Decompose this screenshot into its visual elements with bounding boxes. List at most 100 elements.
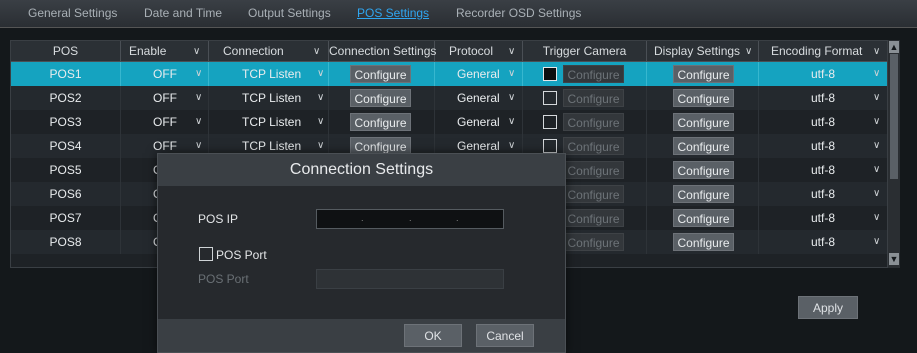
chevron-down-icon: ∨ bbox=[873, 212, 881, 223]
connection-select[interactable]: TCP Listen ∨ bbox=[209, 86, 329, 110]
trigger-configure-button[interactable]: Configure bbox=[563, 89, 624, 107]
connection-select[interactable]: TCP Listen ∨ bbox=[209, 110, 329, 134]
cancel-button[interactable]: Cancel bbox=[476, 324, 534, 347]
header-connection[interactable]: Connection ∨ bbox=[209, 41, 329, 62]
tab-general-settings[interactable]: General Settings bbox=[28, 6, 117, 20]
ok-button[interactable]: OK bbox=[404, 324, 462, 347]
pos-name: POS2 bbox=[11, 86, 121, 110]
encoding-select[interactable]: utf-8 ∨ bbox=[759, 230, 887, 254]
table-scrollbar[interactable]: ▲ ▼ bbox=[887, 40, 900, 268]
encoding-select[interactable]: utf-8 ∨ bbox=[759, 62, 887, 86]
encoding-select[interactable]: utf-8 ∨ bbox=[759, 110, 887, 134]
protocol-select[interactable]: General ∨ bbox=[435, 62, 523, 86]
display-configure-button[interactable]: Configure bbox=[673, 65, 734, 83]
encoding-select[interactable]: utf-8 ∨ bbox=[759, 134, 887, 158]
table-row[interactable]: POS3 OFF ∨ TCP Listen ∨ Configure Genera… bbox=[11, 110, 887, 134]
apply-button[interactable]: Apply bbox=[798, 296, 858, 319]
display-configure-button[interactable]: Configure bbox=[673, 137, 734, 155]
trigger-camera-checkbox[interactable] bbox=[543, 139, 557, 153]
trigger-camera-checkbox[interactable] bbox=[543, 115, 557, 129]
trigger-configure-button[interactable]: Configure bbox=[563, 185, 624, 203]
display-configure-button[interactable]: Configure bbox=[673, 209, 734, 227]
connection-configure-button[interactable]: Configure bbox=[350, 89, 411, 107]
trigger-configure-button[interactable]: Configure bbox=[563, 161, 624, 179]
dialog-footer: OK Cancel bbox=[158, 319, 565, 352]
scroll-up-icon[interactable]: ▲ bbox=[889, 41, 899, 53]
display-configure-button[interactable]: Configure bbox=[673, 161, 734, 179]
chevron-down-icon: ∨ bbox=[508, 46, 516, 57]
encoding-value: utf-8 bbox=[811, 211, 836, 225]
display-configure-button[interactable]: Configure bbox=[673, 89, 734, 107]
connection-configure-button[interactable]: Configure bbox=[350, 113, 411, 131]
trigger-configure-button[interactable]: Configure bbox=[563, 65, 624, 83]
encoding-select[interactable]: utf-8 ∨ bbox=[759, 182, 887, 206]
chevron-down-icon: ∨ bbox=[317, 68, 325, 79]
pos-port-checkbox[interactable] bbox=[199, 247, 213, 261]
encoding-value: utf-8 bbox=[811, 235, 836, 249]
chevron-down-icon: ∨ bbox=[873, 140, 881, 151]
display-configure-button[interactable]: Configure bbox=[673, 233, 734, 251]
scroll-thumb[interactable] bbox=[890, 54, 898, 179]
trigger-configure-button[interactable]: Configure bbox=[563, 209, 624, 227]
pos-ip-input[interactable]: . . . bbox=[316, 209, 504, 229]
encoding-value: utf-8 bbox=[811, 139, 836, 153]
connection-value: TCP Listen bbox=[242, 91, 302, 105]
chevron-down-icon: ∨ bbox=[873, 188, 881, 199]
enable-select[interactable]: OFF ∨ bbox=[121, 86, 209, 110]
pos-port-input[interactable] bbox=[316, 269, 504, 289]
tab-recorder-osd-settings[interactable]: Recorder OSD Settings bbox=[456, 6, 581, 20]
header-enable[interactable]: Enable ∨ bbox=[121, 41, 209, 62]
encoding-select[interactable]: utf-8 ∨ bbox=[759, 158, 887, 182]
table-row[interactable]: POS2 OFF ∨ TCP Listen ∨ Configure Genera… bbox=[11, 86, 887, 110]
connection-settings-cell: Configure bbox=[329, 62, 435, 86]
chevron-down-icon: ∨ bbox=[873, 164, 881, 175]
trigger-configure-button[interactable]: Configure bbox=[563, 137, 624, 155]
connection-value: TCP Listen bbox=[242, 115, 302, 129]
trigger-configure-button[interactable]: Configure bbox=[563, 113, 624, 131]
tab-pos-settings[interactable]: POS Settings bbox=[357, 6, 429, 20]
chevron-down-icon: ∨ bbox=[873, 116, 881, 127]
encoding-value: utf-8 bbox=[811, 163, 836, 177]
enable-value: OFF bbox=[153, 91, 177, 105]
table-header: POS Enable ∨ Connection ∨ Connection Set… bbox=[11, 41, 887, 62]
encoding-select[interactable]: utf-8 ∨ bbox=[759, 206, 887, 230]
encoding-select[interactable]: utf-8 ∨ bbox=[759, 86, 887, 110]
connection-settings-cell: Configure bbox=[329, 86, 435, 110]
chevron-down-icon: ∨ bbox=[317, 116, 325, 127]
header-pos: POS bbox=[11, 41, 121, 62]
header-display-settings-label: Display Settings bbox=[654, 44, 741, 58]
enable-select[interactable]: OFF ∨ bbox=[121, 110, 209, 134]
enable-value: OFF bbox=[153, 115, 177, 129]
enable-select[interactable]: OFF ∨ bbox=[121, 62, 209, 86]
pos-name: POS4 bbox=[11, 134, 121, 158]
protocol-select[interactable]: General ∨ bbox=[435, 86, 523, 110]
ip-separator: . bbox=[361, 213, 364, 223]
display-settings-cell: Configure bbox=[647, 206, 759, 230]
display-settings-cell: Configure bbox=[647, 182, 759, 206]
chevron-down-icon: ∨ bbox=[195, 92, 203, 103]
connection-configure-button[interactable]: Configure bbox=[350, 65, 411, 83]
header-protocol[interactable]: Protocol ∨ bbox=[435, 41, 523, 62]
pos-port-checkbox-label: POS Port bbox=[216, 248, 267, 262]
connection-select[interactable]: TCP Listen ∨ bbox=[209, 62, 329, 86]
protocol-select[interactable]: General ∨ bbox=[435, 110, 523, 134]
chevron-down-icon: ∨ bbox=[873, 68, 881, 79]
header-display-settings[interactable]: Display Settings ∨ bbox=[647, 41, 759, 62]
trigger-camera-checkbox[interactable] bbox=[543, 91, 557, 105]
tab-output-settings[interactable]: Output Settings bbox=[248, 6, 331, 20]
trigger-camera-checkbox[interactable] bbox=[543, 67, 557, 81]
scroll-down-icon[interactable]: ▼ bbox=[889, 253, 899, 265]
display-settings-cell: Configure bbox=[647, 110, 759, 134]
pos-name: POS1 bbox=[11, 62, 121, 86]
header-enable-label: Enable bbox=[129, 44, 167, 58]
pos-name: POS6 bbox=[11, 182, 121, 206]
trigger-configure-button[interactable]: Configure bbox=[563, 233, 624, 251]
dialog-title: Connection Settings bbox=[158, 154, 565, 186]
display-configure-button[interactable]: Configure bbox=[673, 113, 734, 131]
ip-separator: . bbox=[456, 213, 459, 223]
header-encoding-format[interactable]: Encoding Format ∨ bbox=[759, 41, 887, 62]
display-configure-button[interactable]: Configure bbox=[673, 185, 734, 203]
table-row[interactable]: POS1 OFF ∨ TCP Listen ∨ Configure Genera… bbox=[11, 62, 887, 86]
chevron-down-icon: ∨ bbox=[873, 46, 881, 57]
tab-date-and-time[interactable]: Date and Time bbox=[144, 6, 222, 20]
